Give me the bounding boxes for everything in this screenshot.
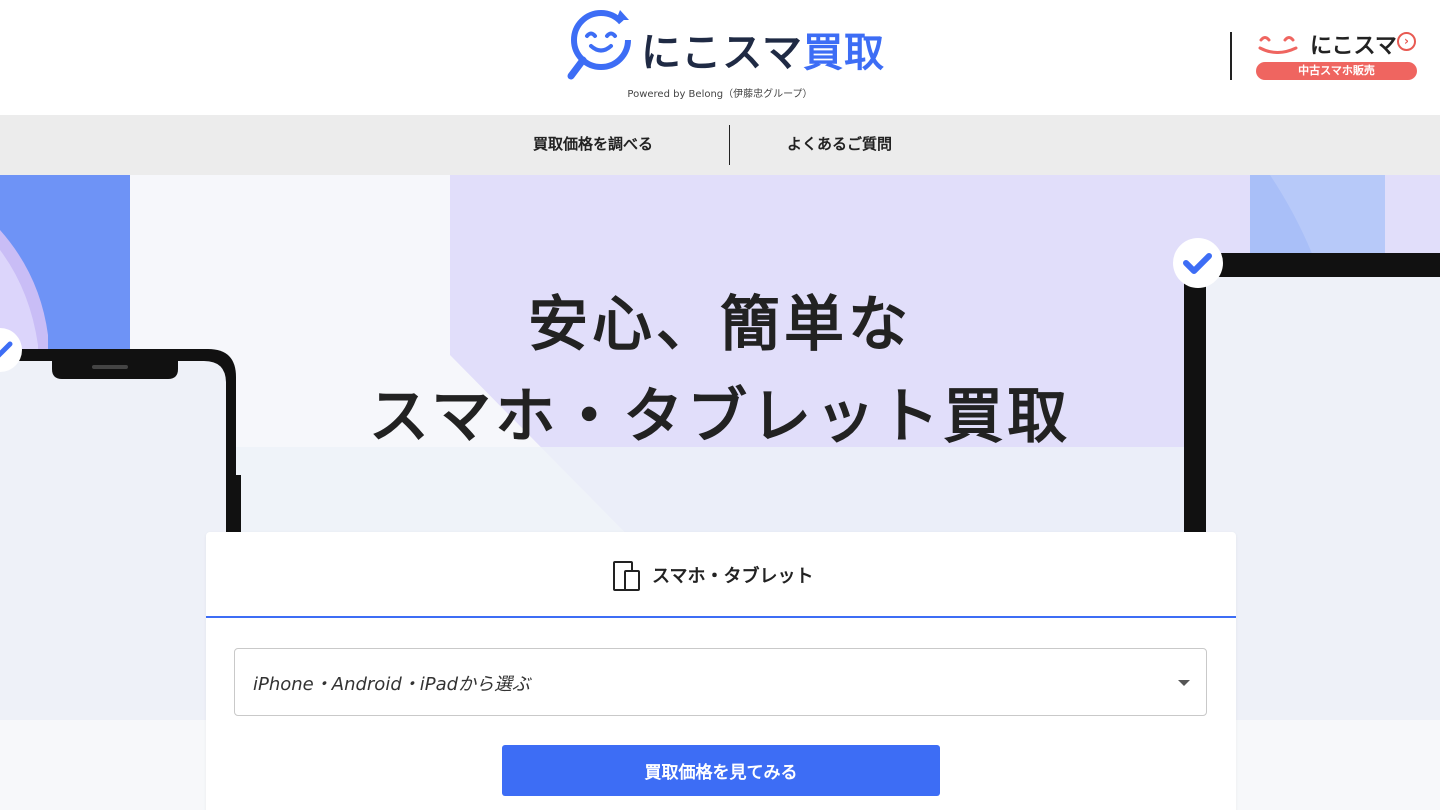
site-logo[interactable]: にこスマ買取 <box>565 6 885 82</box>
smile-search-icon <box>567 10 631 80</box>
smile-logo-icon <box>1258 36 1298 54</box>
site-header: にこスマ買取 Powered by Belong（伊藤忠グループ） にこスマ ›… <box>0 0 1440 115</box>
powered-by: Powered by Belong（伊藤忠グループ） <box>627 89 813 100</box>
device-select[interactable]: iPhone・Android・iPadから選ぶ <box>234 648 1207 716</box>
hero-title-line1: 安心、簡単な <box>528 290 912 360</box>
dropdown-caret-icon <box>1178 680 1190 686</box>
header-divider <box>1230 32 1232 80</box>
nav-divider <box>729 125 730 165</box>
hero-title-line2: スマホ・タブレット買取 <box>368 382 1072 452</box>
device-select-value: iPhone・Android・iPadから選ぶ <box>253 674 531 695</box>
view-price-button[interactable]: 買取価格を見てみる <box>502 745 940 796</box>
nav-price-check[interactable]: 買取価格を調べる <box>533 115 653 175</box>
logo-text: にこスマ買取 <box>641 30 885 76</box>
nav-faq[interactable]: よくあるご質問 <box>787 115 892 175</box>
nikosuma-text: にこスマ <box>1310 34 1397 59</box>
tab-label: スマホ・タブレット <box>652 566 814 587</box>
chevron-right-icon: › <box>1397 32 1416 51</box>
nikosuma-shop-link[interactable]: にこスマ › 中古スマホ販売 <box>1256 26 1418 82</box>
phone-tablet-icon <box>613 561 640 591</box>
hero-title: 安心、簡単な スマホ・タブレット買取 <box>320 279 1120 463</box>
tab-smartphone-tablet[interactable]: スマホ・タブレット <box>206 532 1236 618</box>
used-phone-badge: 中古スマホ販売 <box>1256 62 1417 80</box>
main-nav: 買取価格を調べる よくあるご質問 <box>0 115 1440 175</box>
search-card: スマホ・タブレット iPhone・Android・iPadから選ぶ 買取価格を見… <box>206 532 1236 810</box>
